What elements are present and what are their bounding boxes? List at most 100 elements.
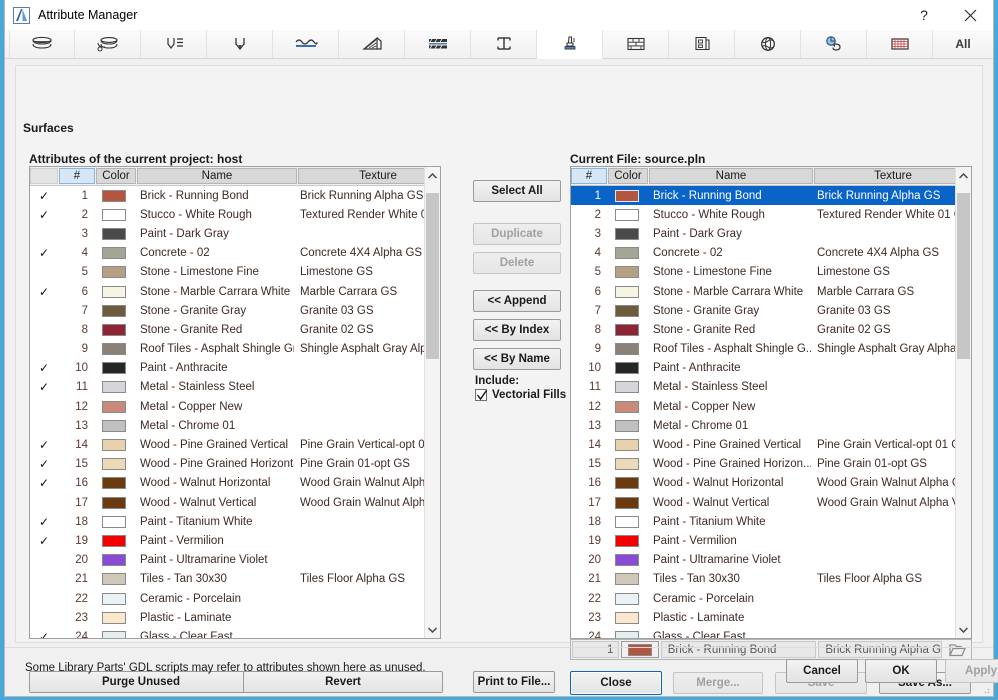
table-row[interactable]: 3 Paint - Dark Gray [30, 224, 440, 243]
column-header-color[interactable]: Color [608, 168, 648, 184]
apply-button[interactable]: Apply [945, 659, 998, 683]
tab-surfaces[interactable] [537, 30, 603, 59]
revert-button[interactable]: Revert [243, 671, 443, 693]
scroll-track[interactable] [956, 184, 972, 621]
table-row[interactable]: 8 Stone - Granite Red Granite 02 GS [571, 320, 971, 339]
help-button[interactable]: ? [901, 0, 947, 30]
delete-button[interactable]: Delete [473, 252, 561, 274]
tab-grid[interactable] [867, 30, 933, 58]
row-used-checkmark[interactable]: ✓ [30, 457, 58, 471]
table-row[interactable]: 17 Wood - Walnut Vertical Wood Grain Walnu… [571, 493, 971, 512]
row-used-checkmark[interactable]: ✓ [30, 630, 58, 638]
column-header-check[interactable] [30, 168, 58, 184]
column-header-num[interactable]: # [59, 168, 95, 184]
edit-name-field[interactable]: Brick - Running Bond [660, 641, 817, 658]
row-used-checkmark[interactable]: ✓ [30, 476, 58, 490]
tab-pens[interactable] [207, 30, 273, 58]
current-file-attributes-table[interactable]: # Color Name Texture 1 Brick - Running Bond B… [570, 166, 972, 639]
row-used-checkmark[interactable]: ✓ [30, 380, 58, 394]
table-row[interactable]: 7 Stone - Granite Gray Granite 03 GS [571, 301, 971, 320]
table-row[interactable]: 23 Plastic - Laminate [30, 608, 440, 627]
table-row[interactable]: ✓ 11 Metal - Stainless Steel [30, 378, 440, 397]
table-row[interactable]: 21 Tiles - Tan 30x30 Tiles Floor Alpha GS [571, 570, 971, 589]
tab-complex-profiles[interactable] [75, 30, 141, 58]
table-row[interactable]: 9 Roof Tiles - Asphalt Shingle Gr... Shing… [30, 340, 440, 359]
scroll-up-arrow-icon[interactable] [425, 167, 441, 184]
duplicate-button[interactable]: Duplicate [473, 223, 561, 245]
purge-unused-button[interactable]: Purge Unused [29, 671, 253, 693]
table-row[interactable]: 15 Wood - Pine Grained Horizon... Pine Gra… [571, 455, 971, 474]
tab-mep-systems[interactable] [735, 30, 801, 58]
close-dialog-button[interactable]: Close [570, 671, 662, 695]
table-row[interactable]: 5 Stone - Limestone Fine Limestone GS [571, 263, 971, 282]
scroll-down-arrow-icon[interactable] [425, 621, 441, 638]
right-table-scrollbar[interactable] [955, 167, 971, 638]
edit-index-field[interactable]: 1 [572, 641, 620, 658]
print-to-file-button[interactable]: Print to File... [473, 671, 555, 693]
table-row[interactable]: ✓ 16 Wood - Walnut Horizontal Wood Grain Wa… [30, 474, 440, 493]
table-row[interactable]: 20 Paint - Ultramarine Violet [571, 551, 971, 570]
row-used-checkmark[interactable]: ✓ [30, 285, 58, 299]
scroll-down-arrow-icon[interactable] [956, 621, 972, 638]
tab-zone-categories[interactable] [471, 30, 537, 58]
left-table-scrollbar[interactable] [424, 167, 440, 638]
table-row[interactable]: 12 Metal - Copper New [30, 397, 440, 416]
row-used-checkmark[interactable]: ✓ [30, 208, 58, 222]
column-header-num[interactable]: # [571, 168, 607, 184]
ok-button[interactable]: OK [865, 659, 937, 683]
tab-all[interactable]: All [933, 30, 993, 58]
table-row[interactable]: ✓ 18 Paint - Titanium White [30, 512, 440, 531]
table-row[interactable]: 1 Brick - Running Bond Brick Running Alpha… [571, 186, 971, 206]
row-used-checkmark[interactable]: ✓ [30, 246, 58, 260]
table-row[interactable]: 6 Stone - Marble Carrara White Marble Carr… [571, 282, 971, 301]
cancel-button[interactable]: Cancel [786, 659, 858, 683]
table-row[interactable]: 8 Stone - Granite Red Granite 02 GS [30, 320, 440, 339]
table-row[interactable]: 22 Ceramic - Porcelain [30, 589, 440, 608]
table-row[interactable]: 11 Metal - Stainless Steel [571, 378, 971, 397]
table-row[interactable]: 17 Wood - Walnut Vertical Wood Grain Walnu… [30, 493, 440, 512]
table-row[interactable]: 3 Paint - Dark Gray [571, 224, 971, 243]
tab-pen-sets[interactable] [141, 30, 207, 58]
table-body[interactable]: 1 Brick - Running Bond Brick Running Alpha… [571, 186, 971, 638]
tab-composites[interactable] [9, 30, 75, 58]
table-row[interactable]: ✓ 14 Wood - Pine Grained Vertical Pine Grai… [30, 435, 440, 454]
table-row[interactable]: 23 Plastic - Laminate [571, 608, 971, 627]
edit-texture-field[interactable]: Brick Running Alpha GS [818, 641, 943, 658]
attribute-edit-row[interactable]: 1 Brick - Running Bond Brick Running Alp… [570, 639, 972, 660]
merge-button[interactable]: Merge... [673, 672, 763, 694]
row-used-checkmark[interactable]: ✓ [30, 534, 58, 548]
column-header-texture[interactable]: Texture [298, 168, 440, 184]
edit-color-swatch[interactable] [621, 641, 659, 658]
table-row[interactable]: 9 Roof Tiles - Asphalt Shingle G... Shingl… [571, 340, 971, 359]
table-row[interactable]: 12 Metal - Copper New [571, 397, 971, 416]
by-name-button[interactable]: << By Name [473, 348, 561, 370]
table-row[interactable]: 14 Wood - Pine Grained Vertical Pine Grain… [571, 435, 971, 454]
tab-line-types[interactable] [273, 30, 339, 58]
table-row[interactable]: 5 Stone - Limestone Fine Limestone GS [30, 263, 440, 282]
resize-grip[interactable] [980, 683, 990, 694]
table-row[interactable]: 7 Stone - Granite Gray Granite 03 GS [30, 301, 440, 320]
table-row[interactable]: ✓ 10 Paint - Anthracite [30, 359, 440, 378]
close-button[interactable] [947, 0, 993, 30]
row-used-checkmark[interactable]: ✓ [30, 515, 58, 529]
by-index-button[interactable]: << By Index [473, 319, 561, 341]
table-row[interactable]: 13 Metal - Chrome 01 [30, 416, 440, 435]
row-used-checkmark[interactable]: ✓ [30, 189, 58, 203]
tab-operation-profiles[interactable] [801, 30, 867, 58]
table-row[interactable]: 10 Paint - Anthracite [571, 359, 971, 378]
table-row[interactable]: 21 Tiles - Tan 30x30 Tiles Floor Alpha GS [30, 570, 440, 589]
scroll-thumb[interactable] [425, 192, 439, 359]
row-used-checkmark[interactable]: ✓ [30, 438, 58, 452]
tab-wall-structures[interactable] [603, 30, 669, 58]
table-row[interactable]: ✓ 2 Stucco - White Rough Textured Render Wh… [30, 205, 440, 224]
checkbox-box[interactable] [475, 389, 488, 401]
browse-texture-button[interactable] [944, 641, 971, 658]
table-row[interactable]: 22 Ceramic - Porcelain [571, 589, 971, 608]
table-row[interactable]: 13 Metal - Chrome 01 [571, 416, 971, 435]
project-attributes-table[interactable]: # Color Name Texture ✓ 1 Brick - Running Bond… [29, 166, 441, 639]
table-row[interactable]: ✓ 19 Paint - Vermilion [30, 531, 440, 550]
scroll-thumb[interactable] [956, 192, 970, 359]
table-row[interactable]: 2 Stucco - White Rough Textured Render Whi… [571, 205, 971, 224]
tab-building-materials[interactable] [405, 30, 471, 58]
table-body[interactable]: ✓ 1 Brick - Running Bond Brick Running Alph… [30, 186, 440, 638]
